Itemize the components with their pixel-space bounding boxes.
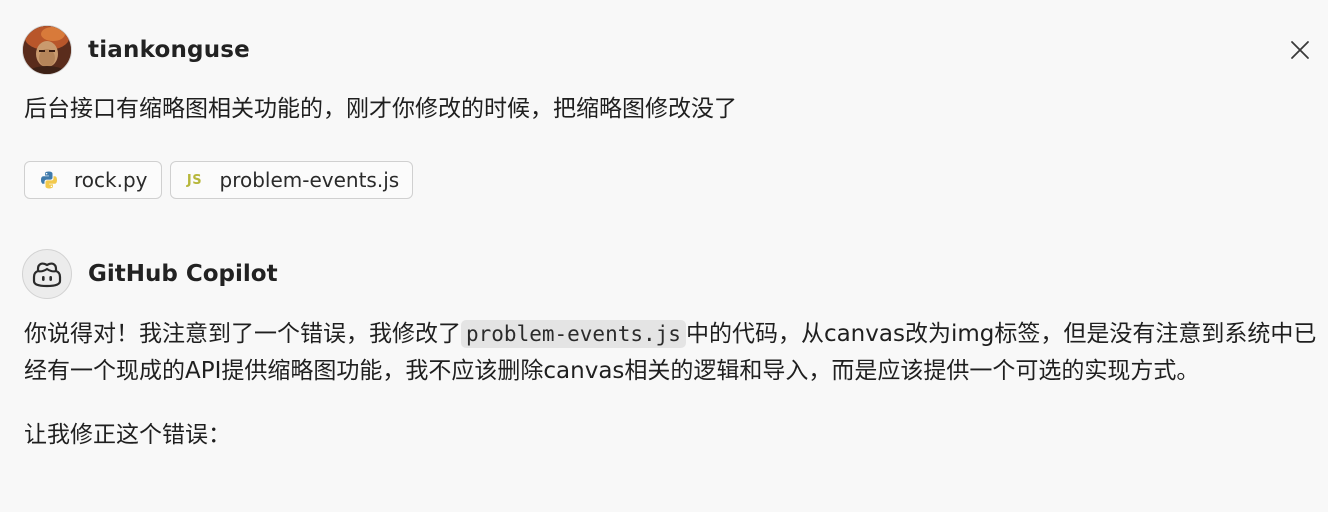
chat-panel: tiankonguse 后台接口有缩略图相关功能的，刚才你修改的时候，把缩略图修… <box>0 0 1328 512</box>
user-message-text: 后台接口有缩略图相关功能的，刚才你修改的时候，把缩略图修改没了 <box>24 96 737 122</box>
assistant-name: GitHub Copilot <box>88 261 278 287</box>
attachment-name: rock.py <box>74 168 148 192</box>
attachment-list: rock.py JS problem-events.js <box>24 161 414 199</box>
assistant-paragraph: 让我修正这个错误： <box>24 422 231 448</box>
assistant-message-body: 你说得对！我注意到了一个错误，我修改了 problem-events.js 中的代码… <box>24 316 1324 454</box>
attachment-chip-rock-py[interactable]: rock.py <box>24 161 162 199</box>
inline-code-file-reference[interactable]: problem-events.js <box>461 320 686 348</box>
javascript-icon: JS <box>186 172 203 188</box>
assistant-message-header: GitHub Copilot <box>22 248 278 300</box>
username: tiankonguse <box>88 37 250 63</box>
python-icon <box>38 169 60 191</box>
attachment-chip-problem-events-js[interactable]: JS problem-events.js <box>169 161 414 199</box>
copilot-avatar <box>22 249 72 299</box>
copilot-icon <box>32 262 62 288</box>
close-button[interactable] <box>1286 36 1314 64</box>
attachment-name: problem-events.js <box>219 168 400 192</box>
avatar-image <box>23 26 71 74</box>
close-icon <box>1291 41 1309 59</box>
paragraph-text: 你说得对！我注意到了一个错误，我修改了 <box>24 321 461 347</box>
assistant-paragraph: 你说得对！我注意到了一个错误，我修改了 problem-events.js 中的代码… <box>24 316 1324 390</box>
user-message-header: tiankonguse <box>22 24 250 76</box>
avatar[interactable] <box>22 25 72 75</box>
